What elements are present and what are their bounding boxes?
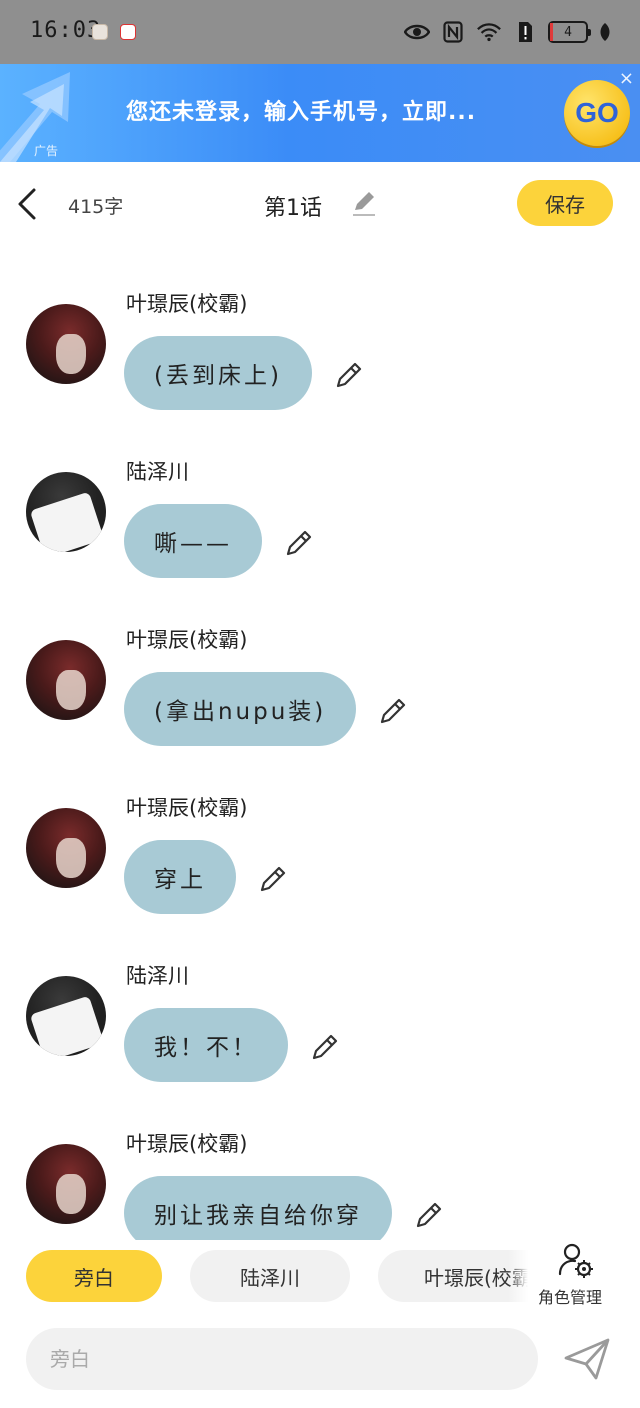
notification-app-icon — [92, 24, 108, 40]
role-manage-button[interactable]: 角色管理 — [528, 1240, 640, 1320]
user-settings-icon — [558, 1243, 593, 1278]
ad-banner[interactable]: 广告 您还未登录，输入手机号，立即... GO × — [0, 64, 640, 162]
message-row: 陆泽川嘶—— — [0, 416, 640, 584]
word-count: 415字 — [68, 196, 124, 218]
pencil-icon[interactable] — [334, 360, 364, 390]
message-bubble[interactable]: 穿上 — [124, 840, 236, 914]
message-bubble[interactable]: 别让我亲自给你穿 — [124, 1176, 392, 1240]
pencil-icon[interactable] — [350, 188, 378, 218]
role-selector: 旁白 陆泽川 叶璟辰(校霸) 角色管理 — [0, 1240, 640, 1320]
close-icon[interactable]: × — [619, 68, 634, 89]
message-bubble[interactable]: 我！不！ — [124, 1008, 288, 1082]
message-bubble[interactable]: (丢到床上) — [124, 336, 312, 410]
role-chip-narrator[interactable]: 旁白 — [26, 1250, 162, 1302]
notification-app-icon — [120, 24, 136, 40]
message-row: 叶璟辰(校霸) 别让我亲自给你穿 — [0, 1088, 640, 1240]
message-bubble[interactable]: 嘶—— — [124, 504, 262, 578]
speaker-name: 陆泽川 — [126, 460, 189, 484]
speaker-name: 叶璟辰(校霸) — [126, 1132, 248, 1156]
save-button[interactable]: 保存 — [517, 180, 613, 226]
eye-icon — [404, 21, 430, 43]
speaker-name: 叶璟辰(校霸) — [126, 628, 248, 652]
speaker-name: 叶璟辰(校霸) — [126, 292, 248, 316]
status-time: 16:03 — [30, 18, 102, 43]
speaker-name: 陆泽川 — [126, 964, 189, 988]
episode-title: 第1话 — [264, 196, 322, 221]
avatar[interactable] — [26, 640, 106, 720]
role-chip-label: 旁白 — [74, 1265, 114, 1290]
avatar[interactable] — [26, 808, 106, 888]
input-bar — [0, 1320, 640, 1408]
message-row: 叶璟辰(校霸) (丢到床上) — [0, 248, 640, 416]
status-bar: 16:03 4 — [0, 0, 640, 64]
message-bubble[interactable]: (拿出nupu装) — [124, 672, 357, 746]
wifi-icon — [476, 21, 502, 43]
pencil-icon[interactable] — [378, 696, 408, 726]
pencil-icon[interactable] — [258, 864, 288, 894]
battery-indicator: 4 — [548, 21, 591, 43]
speaker-name: 叶璟辰(校霸) — [126, 796, 248, 820]
sim-alert-icon — [512, 21, 538, 43]
pencil-icon[interactable] — [284, 528, 314, 558]
role-chip-label: 陆泽川 — [240, 1265, 300, 1290]
message-row: 叶璟辰(校霸) 穿上 — [0, 752, 640, 920]
nfc-icon — [440, 21, 466, 43]
send-icon[interactable] — [562, 1334, 612, 1384]
ad-tag-label: 广告 — [34, 144, 59, 158]
go-button[interactable]: GO — [564, 80, 630, 146]
avatar[interactable] — [26, 1144, 106, 1224]
ad-text: 您还未登录，输入手机号，立即... — [126, 100, 477, 125]
editor-header: 415字 第1话 保存 — [0, 162, 640, 248]
avatar[interactable] — [26, 976, 106, 1056]
pencil-icon[interactable] — [310, 1032, 340, 1062]
avatar[interactable] — [26, 304, 106, 384]
message-row: 叶璟辰(校霸) (拿出nupu装) — [0, 584, 640, 752]
message-input[interactable] — [26, 1328, 538, 1390]
pencil-icon[interactable] — [414, 1200, 444, 1230]
leaf-icon — [598, 21, 612, 43]
avatar[interactable] — [26, 472, 106, 552]
role-manage-label: 角色管理 — [538, 1288, 603, 1307]
role-chip-luzechuan[interactable]: 陆泽川 — [190, 1250, 350, 1302]
back-icon[interactable] — [14, 186, 42, 222]
message-row: 陆泽川我！不！ — [0, 920, 640, 1088]
message-list[interactable]: 叶璟辰(校霸) (丢到床上) 陆泽川 嘶—— 叶璟辰(校霸) (拿出nupu装) 叶璟辰(校… — [0, 248, 640, 1240]
